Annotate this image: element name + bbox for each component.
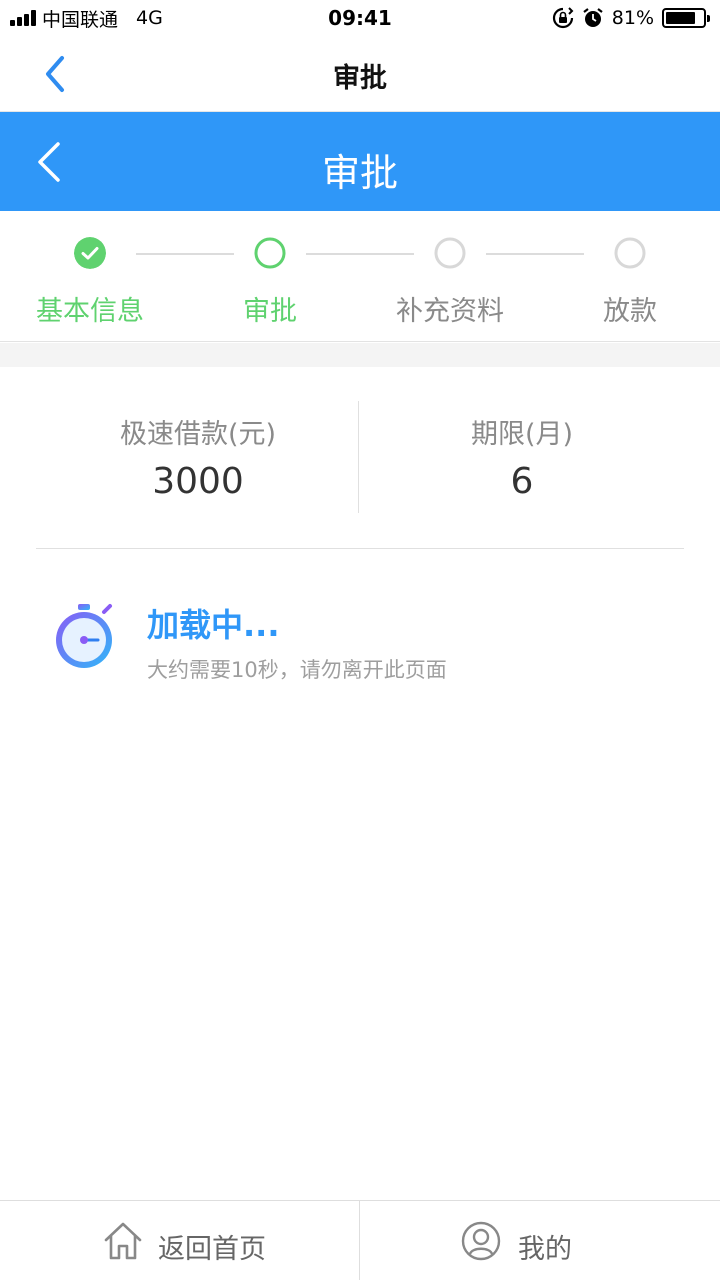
- step-done-check-icon: [74, 237, 106, 269]
- stopwatch-icon: [56, 604, 112, 668]
- step-pending-circle-icon: [434, 237, 466, 269]
- loading-panel: 加载中... 大约需要10秒，请勿离开此页面: [0, 590, 720, 700]
- step-connector: [306, 253, 414, 255]
- header-title: 审批: [321, 151, 398, 195]
- step-label-approval: 审批: [243, 296, 297, 327]
- step-connector: [486, 253, 584, 255]
- battery-percent: 81%: [611, 7, 654, 29]
- mine-button[interactable]: 我的: [360, 1201, 720, 1280]
- loan-term-value: 6: [510, 461, 534, 502]
- step-label-supplement: 补充资料: [396, 296, 504, 327]
- status-bar: 中国联通 4G 09:41 81%: [0, 0, 720, 36]
- battery-icon: [662, 8, 710, 28]
- loan-amount-label: 极速借款(元): [119, 419, 277, 450]
- user-icon: [461, 1221, 501, 1261]
- section-separator: [0, 343, 720, 367]
- step-label-disbursement: 放款: [603, 296, 657, 327]
- loan-amount-value: 3000: [152, 461, 244, 502]
- loading-subtitle: 大约需要10秒，请勿离开此页面: [147, 658, 447, 682]
- battery-fill: [666, 12, 696, 24]
- step-connector: [136, 253, 234, 255]
- step-current-circle-icon: [254, 237, 286, 269]
- rotation-lock-icon: [552, 7, 574, 29]
- nav-bar: 审批: [0, 36, 720, 112]
- info-bottom-divider: [36, 548, 684, 549]
- alarm-icon: [583, 8, 603, 27]
- step-label-basic-info: 基本信息: [36, 296, 144, 327]
- home-label: 返回首页: [158, 1234, 266, 1265]
- page-header: 审批: [0, 112, 720, 211]
- home-icon: [104, 1222, 142, 1260]
- home-button[interactable]: 返回首页: [0, 1201, 360, 1280]
- loan-term-label: 期限(月): [470, 419, 574, 450]
- nav-title: 审批: [333, 63, 387, 94]
- mine-label: 我的: [518, 1234, 572, 1265]
- status-right: 81%: [552, 6, 710, 30]
- progress-steps: 基本信息 审批 补充资料 放款: [0, 211, 720, 342]
- bottom-bar: 返回首页 我的: [0, 1200, 720, 1280]
- step-pending-circle-icon: [614, 237, 646, 269]
- loading-title: 加载中...: [147, 606, 280, 644]
- loan-info: 极速借款(元) 3000 期限(月) 6: [0, 367, 720, 549]
